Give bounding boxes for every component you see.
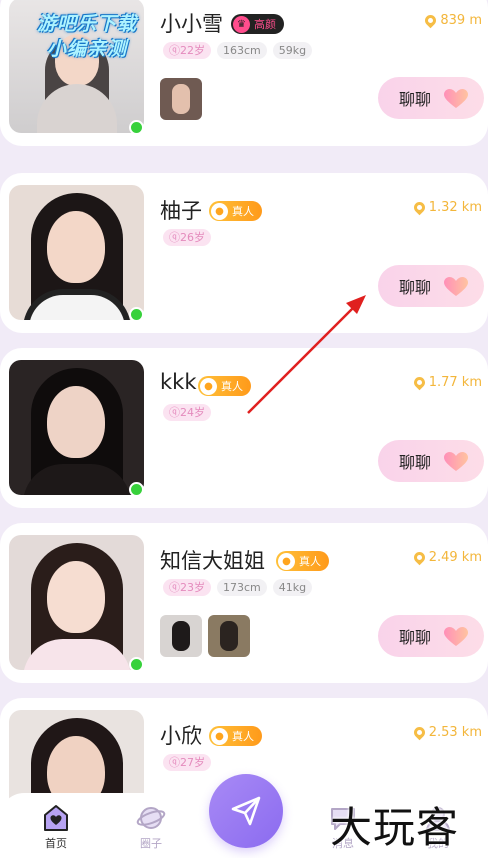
user-photo[interactable] (9, 535, 144, 670)
watermark-text: 游吧乐下载 小编亲测 (36, 13, 137, 60)
location-pin-icon (411, 374, 427, 391)
user-tags: ⓠ26岁 (163, 229, 211, 246)
user-name: 小欣 (160, 724, 202, 748)
user-photo[interactable]: 游吧乐下载 小编亲测 (9, 0, 144, 133)
heart-icon (444, 452, 468, 471)
user-name: 知信大姐姐 (160, 549, 265, 573)
photo-thumbnail[interactable] (160, 615, 202, 657)
chat-button[interactable]: 聊聊 (378, 440, 484, 482)
home-icon (44, 805, 68, 831)
planet-icon (136, 807, 166, 829)
pretty-badge: ♛ 高颜 (231, 14, 284, 34)
chat-button[interactable]: 聊聊 (378, 77, 484, 119)
photo-thumbnails (160, 615, 250, 657)
chat-button[interactable]: 聊聊 (378, 615, 484, 657)
user-card[interactable]: kkk ● 真人 1.77 km ⓠ24岁 聊聊 (0, 348, 488, 508)
age-tag: ⓠ23岁 (163, 579, 211, 596)
distance-label: 2.49 km (411, 549, 482, 566)
user-tags: ⓠ23岁 173cm 41kg (163, 579, 313, 596)
location-pin-icon (423, 12, 439, 29)
age-tag: ⓠ26岁 (163, 229, 211, 246)
user-photo[interactable] (9, 360, 144, 495)
location-pin-icon (411, 549, 427, 566)
person-icon: ● (278, 552, 295, 570)
person-icon: ● (211, 727, 228, 745)
age-tag: ⓠ22岁 (163, 42, 211, 59)
age-tag: ⓠ27岁 (163, 754, 211, 771)
age-tag: ⓠ24岁 (163, 404, 211, 421)
location-pin-icon (411, 724, 427, 741)
user-card[interactable]: 柚子 ● 真人 1.32 km ⓠ26岁 聊聊 (0, 173, 488, 333)
location-pin-icon (411, 199, 427, 216)
user-name: kkk (160, 370, 197, 394)
post-button[interactable] (209, 774, 283, 848)
heart-icon (444, 627, 468, 646)
photo-thumbnail[interactable] (208, 615, 250, 657)
weight-tag: 41kg (272, 579, 313, 596)
user-tags: ⓠ27岁 (163, 754, 211, 771)
tab-home[interactable]: 首页 (26, 803, 86, 851)
heart-icon (444, 89, 468, 108)
photo-thumbnail[interactable] (160, 78, 202, 120)
distance-label: 839 m (423, 12, 482, 29)
online-indicator (129, 482, 144, 497)
send-icon (231, 796, 261, 826)
weight-tag: 59kg (272, 42, 313, 59)
user-name: 小小雪 (160, 12, 223, 36)
person-icon: ● (211, 202, 228, 220)
distance-label: 2.53 km (411, 724, 482, 741)
distance-label: 1.77 km (411, 374, 482, 391)
user-card[interactable]: 游吧乐下载 小编亲测 小小雪 ♛ 高颜 839 m ⓠ22岁 163cm 59k… (0, 0, 488, 146)
verified-badge: ● 真人 (209, 726, 262, 746)
verified-badge: ● 真人 (198, 376, 251, 396)
verified-badge: ● 真人 (209, 201, 262, 221)
user-tags: ⓠ24岁 (163, 404, 211, 421)
crown-icon: ♛ (233, 15, 250, 33)
user-name: 柚子 (160, 199, 202, 223)
online-indicator (129, 307, 144, 322)
tab-circle[interactable]: 圈子 (121, 803, 181, 851)
user-tags: ⓠ22岁 163cm 59kg (163, 42, 313, 59)
watermark-logo: 大玩客 (330, 803, 460, 852)
heart-icon (444, 277, 468, 296)
height-tag: 173cm (217, 579, 267, 596)
distance-label: 1.32 km (411, 199, 482, 216)
user-photo[interactable] (9, 185, 144, 320)
verified-badge: ● 真人 (276, 551, 329, 571)
chat-button[interactable]: 聊聊 (378, 265, 484, 307)
photo-thumbnails (160, 78, 202, 120)
height-tag: 163cm (217, 42, 267, 59)
person-icon: ● (200, 377, 217, 395)
online-indicator (129, 657, 144, 672)
user-card[interactable]: 知信大姐姐 ● 真人 2.49 km ⓠ23岁 173cm 41kg 聊聊 (0, 523, 488, 683)
online-indicator (129, 120, 144, 135)
